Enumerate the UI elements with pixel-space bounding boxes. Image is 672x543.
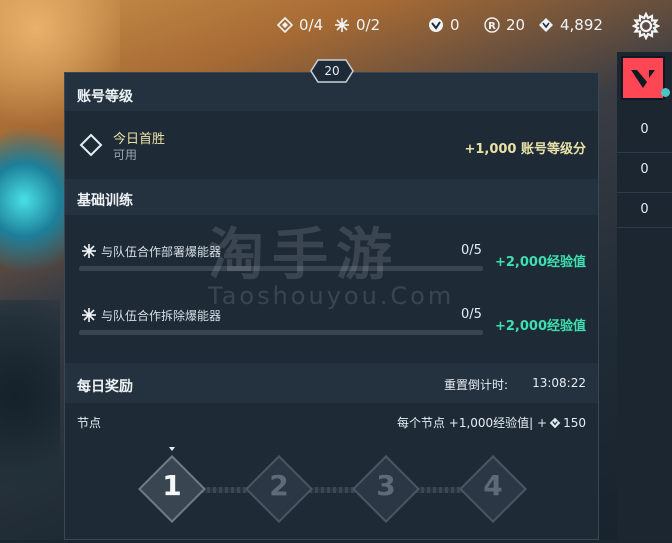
kingdom-credits-value: 0/4 [299, 16, 324, 34]
radianite-icon: R [484, 17, 500, 33]
side-panel: 0 0 0 [617, 52, 672, 540]
svg-text:R: R [488, 21, 496, 32]
section-title: 基础训练 [77, 193, 133, 209]
reset-label: 重置倒计时: [443, 378, 508, 392]
task-progress: 0/5 [461, 243, 482, 258]
side-count: 0 [640, 162, 649, 177]
free-agents-value: 0 [450, 16, 460, 34]
valorant-points-value: 4,892 [560, 16, 603, 34]
per-node-text: 每个节点 +1,000经验值| + [396, 416, 548, 430]
watermark-url: Taoshouyou.Com [208, 282, 455, 310]
online-status-dot [661, 88, 670, 97]
node-number: 4 [483, 469, 503, 502]
task-label: 与队伍合作部署爆能器 [101, 245, 222, 259]
agent-token-icon [429, 18, 443, 32]
vp-icon [539, 18, 553, 32]
section-title: 账号等级 [77, 89, 133, 105]
starburst-icon [335, 18, 349, 32]
side-count: 0 [640, 202, 649, 217]
starburst-icon [82, 244, 96, 258]
daily-rewards-header: 每日奖励 重置倒计时: 13:08:22 [65, 363, 598, 403]
first-win-reward: +1,000 账号等级分 [464, 142, 586, 157]
first-win-row: 今日首胜 可用 +1,000 账号等级分 [65, 111, 598, 177]
per-node-vp: 150 [563, 415, 586, 430]
free-agents: 0 [428, 16, 460, 34]
diamond-token-icon [277, 17, 293, 33]
node-number: 1 [162, 469, 182, 502]
radianite-fragments: 0/2 [334, 16, 380, 34]
section-title: 每日奖励 [77, 379, 133, 395]
currency-bar: 0/4 0/2 0 R 20 4,892 [0, 0, 672, 50]
first-win-status: 可用 [113, 148, 138, 162]
radianite-points-value: 20 [506, 16, 526, 34]
level-number: 20 [324, 64, 340, 78]
diamond-outline-icon [79, 133, 103, 157]
starburst-icon [82, 308, 96, 322]
first-win-title: 今日首胜 [113, 132, 166, 147]
node-number: 2 [269, 469, 289, 502]
vp-icon [549, 417, 561, 428]
task-label: 与队伍合作拆除爆能器 [101, 309, 222, 323]
task-progress-bar [79, 330, 483, 335]
radianite-fragments-value: 0/2 [356, 16, 381, 34]
side-count: 0 [640, 122, 649, 137]
reset-timer: 13:08:22 [532, 376, 586, 390]
valorant-points: 4,892 [538, 16, 603, 34]
task-reward: +2,000经验值 [494, 255, 586, 270]
kingdom-credits: 0/4 [277, 16, 323, 34]
level-badge: 20 [310, 59, 354, 83]
per-node-reward: 每个节点 +1,000经验值| + 150 [397, 414, 586, 431]
node-number: 3 [376, 469, 396, 502]
current-node-marker [169, 447, 175, 451]
nodes-label: 节点 [77, 416, 102, 430]
gear-icon[interactable] [632, 12, 660, 40]
valorant-logo-icon[interactable] [621, 56, 665, 100]
task-progress: 0/5 [461, 307, 482, 322]
task-reward: +2,000经验值 [494, 319, 586, 334]
watermark: 淘手游 [208, 223, 400, 288]
daily-nodes: 1 2 3 4 [65, 447, 598, 543]
radianite-points: R 20 [484, 16, 525, 34]
